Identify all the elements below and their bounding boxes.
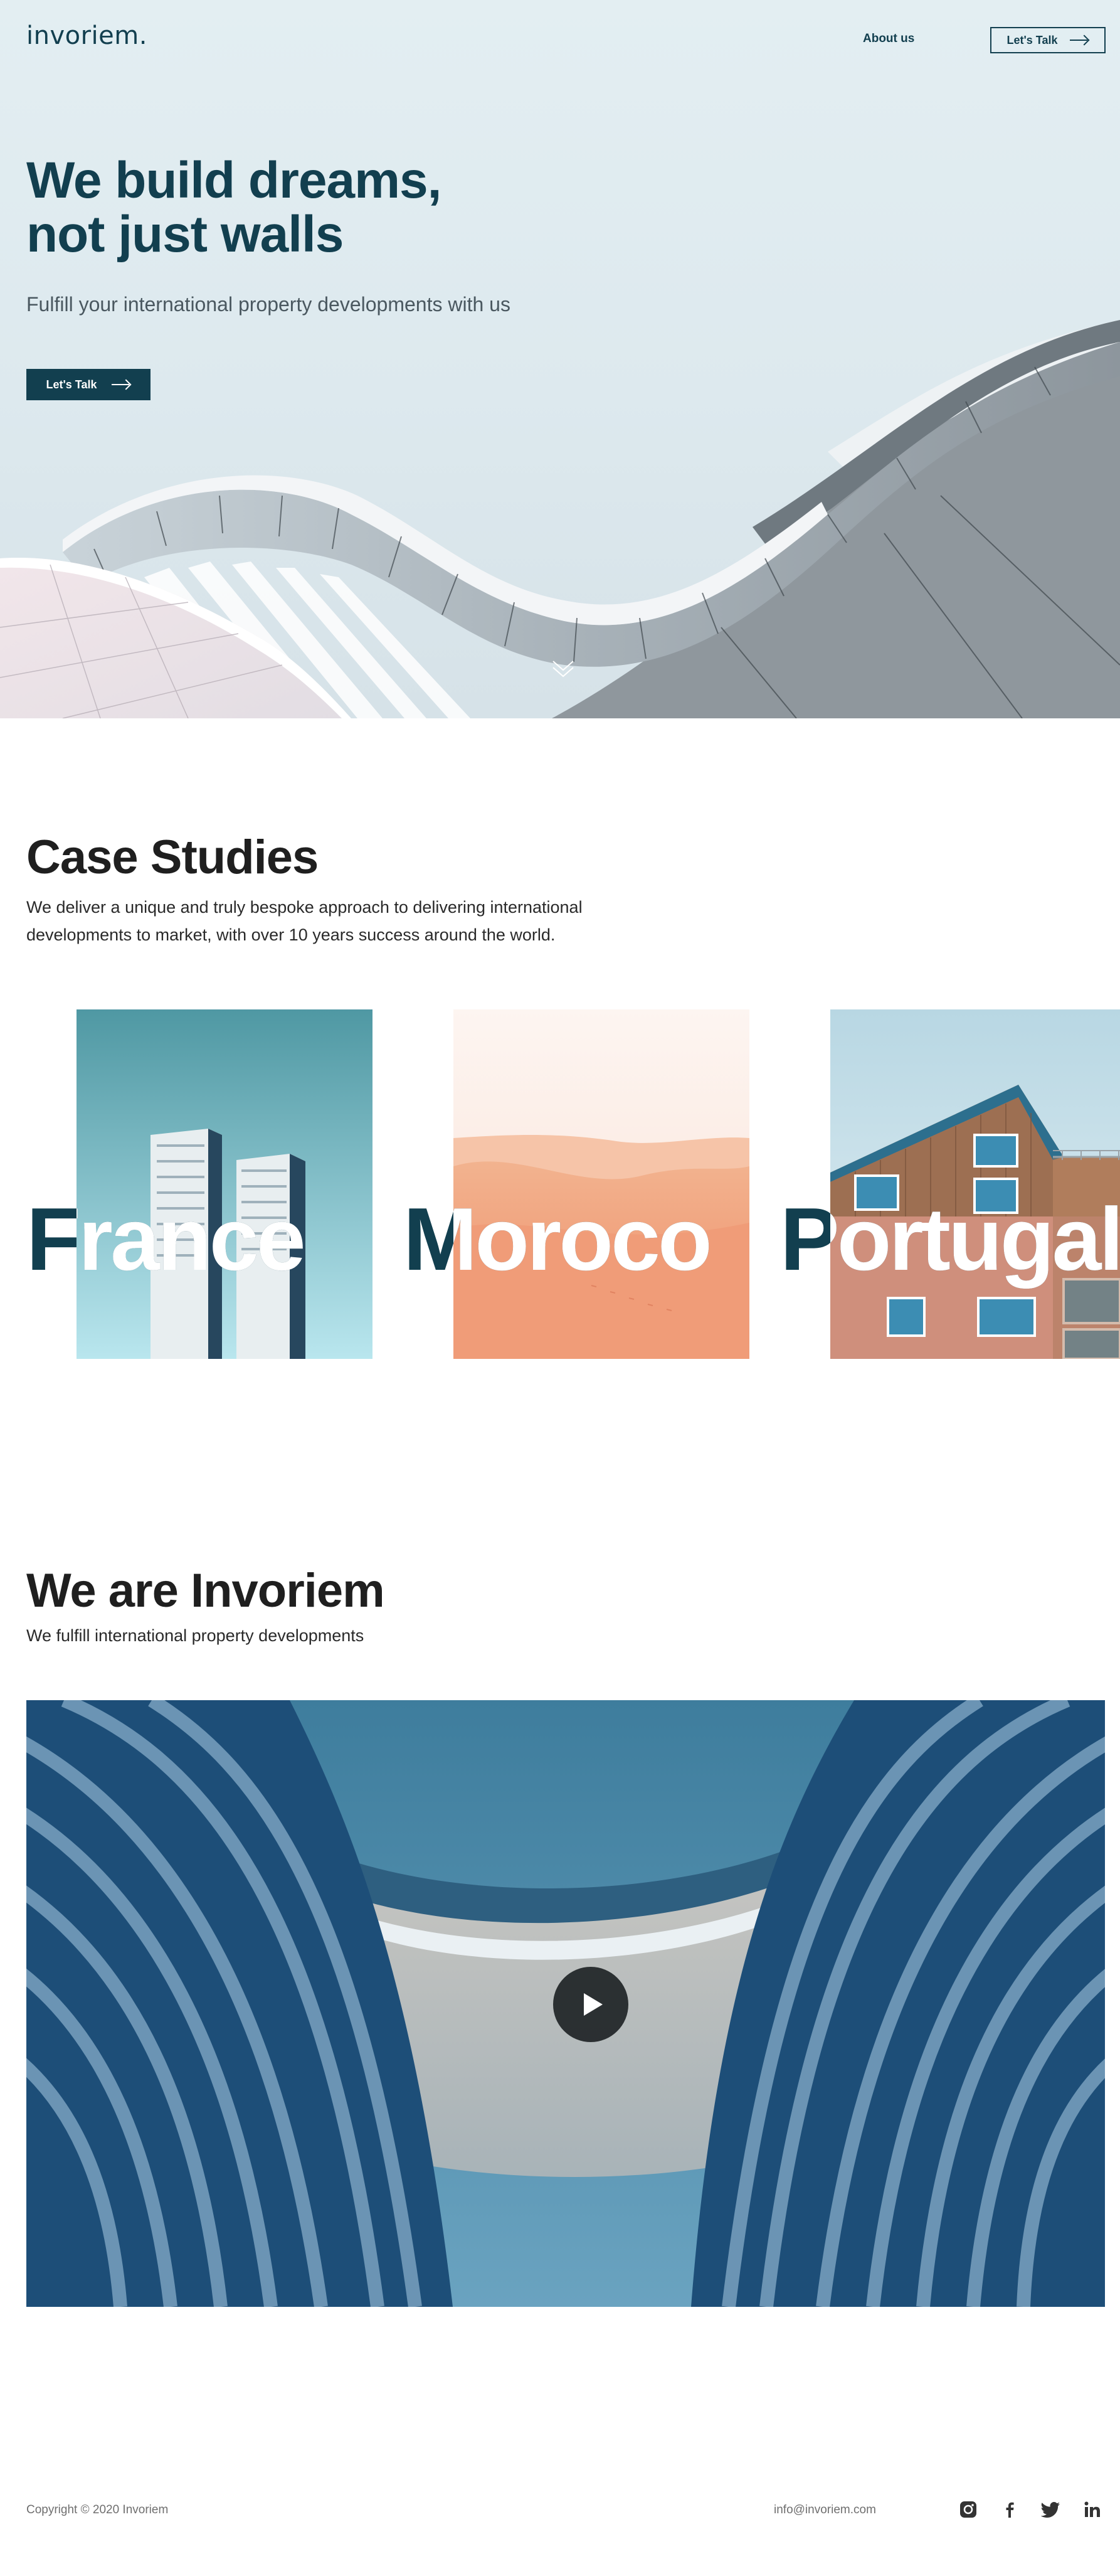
instagram-icon[interactable]: [957, 2498, 980, 2521]
hero-building-image: [0, 320, 1120, 718]
hero-title-line2: not just walls: [26, 206, 344, 263]
case-studies-title: Case Studies: [26, 831, 319, 884]
case-study-france-label[interactable]: France: [26, 1195, 306, 1284]
case-study-portugal-image[interactable]: [830, 1009, 1120, 1359]
about-title: We are Invoriem: [26, 1564, 385, 1617]
hero-section: invoriem. About us Let's Talk We build d…: [0, 0, 1120, 718]
header-lets-talk-button[interactable]: Let's Talk: [990, 27, 1106, 53]
facebook-icon[interactable]: [998, 2498, 1021, 2521]
linkedin-icon[interactable]: [1081, 2498, 1104, 2521]
logo[interactable]: invoriem.: [26, 21, 147, 50]
hero-subtitle: Fulfill your international property deve…: [26, 293, 510, 316]
footer-copyright: Copyright © 2020 Invoriem: [26, 2503, 169, 2516]
header-lets-talk-label: Let's Talk: [1006, 33, 1058, 46]
about-subtitle: We fulfill international property develo…: [26, 1626, 364, 1645]
play-icon: [584, 1993, 603, 2016]
twitter-icon[interactable]: [1040, 2498, 1062, 2521]
case-study-moroco-label[interactable]: Moroco: [403, 1195, 712, 1284]
nav-about-link[interactable]: About us: [863, 32, 914, 46]
footer-email-link[interactable]: info@invoriem.com: [774, 2503, 876, 2517]
hero-title: We build dreams, not just walls: [26, 154, 591, 262]
case-study-moroco-image[interactable]: [453, 1009, 749, 1359]
arrow-right-icon: [112, 380, 130, 389]
hero-lets-talk-button[interactable]: Let's Talk: [26, 369, 151, 400]
chevron-down-icon[interactable]: [551, 657, 576, 679]
play-button[interactable]: [553, 1967, 628, 2042]
about-video[interactable]: [26, 1700, 1105, 2307]
case-studies-description: We deliver a unique and truly bespoke ap…: [26, 898, 583, 944]
hero-title-line1: We build dreams,: [26, 152, 441, 209]
hero-lets-talk-label: Let's Talk: [46, 378, 97, 391]
case-study-france-image[interactable]: [77, 1009, 372, 1359]
arrow-right-icon: [1070, 36, 1089, 45]
